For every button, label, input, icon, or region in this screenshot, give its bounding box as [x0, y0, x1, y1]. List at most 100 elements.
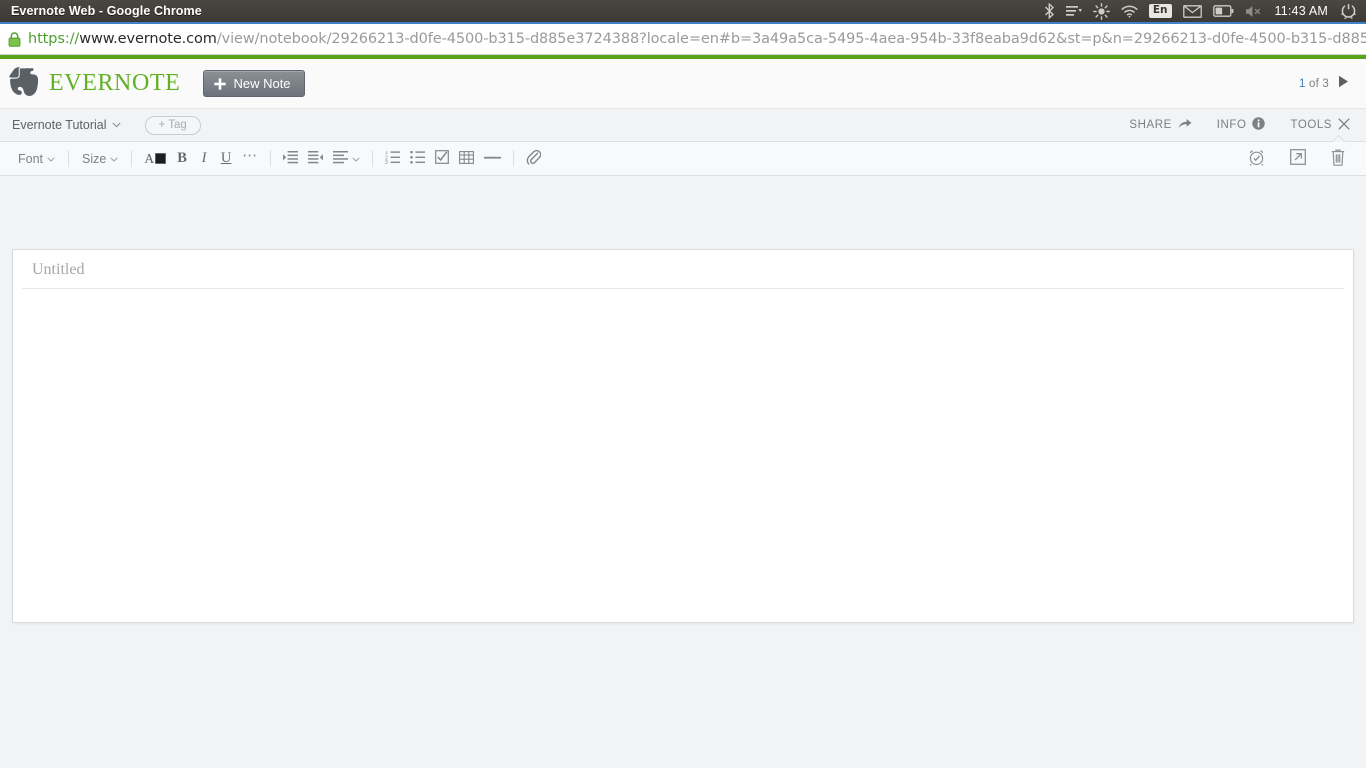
note-body-editor[interactable] [13, 289, 1353, 599]
url-host: www.evernote.com [79, 31, 217, 47]
reminder-button[interactable] [1243, 147, 1270, 171]
note-title-input[interactable]: Untitled [22, 250, 1344, 289]
checkbox-icon [435, 150, 449, 167]
url-scheme: https:// [28, 31, 80, 47]
page-content: EVERNOTE New Note 1 of 3 Evernote Tutori… [0, 55, 1366, 768]
close-x-icon[interactable] [1338, 118, 1350, 133]
window-title: Evernote Web - Google Chrome [11, 4, 202, 18]
toolbar-right-actions [1243, 147, 1350, 171]
numbered-list-icon: 123 [385, 150, 401, 167]
alarm-clock-icon [1248, 149, 1265, 169]
volume-muted-icon[interactable] [1245, 0, 1263, 23]
tools-button[interactable]: TOOLS [1290, 118, 1350, 133]
system-tray: En 11:43 AM [1044, 0, 1366, 22]
brightness-icon[interactable] [1092, 0, 1110, 23]
align-button[interactable] [328, 147, 365, 171]
outdent-icon [308, 150, 324, 167]
trash-icon [1331, 149, 1345, 169]
bulleted-list-button[interactable] [405, 147, 430, 171]
tools-active-caret [1332, 135, 1346, 142]
horizontal-rule-button[interactable] [479, 147, 506, 171]
padlock-secure-icon [0, 31, 28, 47]
note-editor-card: Untitled [12, 249, 1354, 623]
note-meta-row: Evernote Tutorial + Tag SHARE INFO TOOLS [0, 109, 1366, 142]
new-note-button[interactable]: New Note [203, 70, 305, 97]
font-dropdown[interactable]: Font [12, 147, 61, 171]
horizontal-rule-icon [484, 151, 502, 167]
underline-icon: U [220, 150, 232, 166]
chevron-down-icon [111, 120, 121, 130]
battery-icon[interactable] [1212, 0, 1234, 23]
size-dropdown[interactable]: Size [76, 147, 124, 171]
text-color-button[interactable]: A [139, 147, 171, 171]
size-label: Size [82, 151, 107, 166]
paperclip-icon [526, 149, 542, 168]
add-tag-button[interactable]: + Tag [144, 115, 201, 135]
evernote-header: EVERNOTE New Note 1 of 3 [0, 59, 1366, 109]
note-pager: 1 of 3 [1299, 75, 1349, 93]
table-icon [459, 150, 475, 167]
toolbar-divider [372, 150, 374, 167]
italic-button[interactable]: I [193, 147, 215, 171]
tools-label: TOOLS [1290, 119, 1332, 131]
wifi-icon[interactable] [1121, 0, 1138, 23]
info-label: INFO [1216, 119, 1247, 131]
evernote-elephant-logo [9, 65, 41, 103]
bluetooth-icon[interactable] [1044, 0, 1055, 23]
keyboard-layout-label: En [1148, 3, 1172, 19]
outdent-button[interactable] [303, 147, 328, 171]
window-title-bar: Evernote Web - Google Chrome En 11:43 AM [0, 0, 1366, 24]
new-note-label: New Note [233, 76, 291, 91]
table-button[interactable] [454, 147, 479, 171]
plus-icon [214, 77, 227, 90]
chevron-down-icon [352, 154, 360, 164]
italic-icon: I [201, 150, 207, 166]
mail-icon[interactable] [1182, 0, 1202, 23]
more-formatting-button[interactable]: ⋯ [237, 147, 263, 171]
toolbar-divider [131, 150, 133, 167]
system-clock[interactable]: 11:43 AM [1274, 4, 1330, 18]
evernote-wordmark: EVERNOTE [49, 69, 181, 96]
numbered-list-button[interactable]: 123 [380, 147, 405, 171]
notebook-selector[interactable]: Evernote Tutorial [12, 118, 121, 132]
bulleted-list-icon [410, 150, 426, 167]
browser-address-bar[interactable]: https://www.evernote.com/view/notebook/2… [0, 24, 1366, 55]
add-tag-label: + Tag [158, 119, 187, 131]
url-path: /view/notebook/29266213-d0fe-4500-b315-d… [216, 31, 1366, 47]
share-arrow-icon [1178, 118, 1192, 132]
svg-text:3: 3 [385, 160, 388, 164]
open-in-new-window-button[interactable] [1285, 147, 1311, 171]
attach-file-button[interactable] [521, 147, 546, 171]
align-left-icon [333, 150, 349, 167]
checkbox-button[interactable] [430, 147, 454, 171]
indent-icon [283, 150, 299, 167]
text-color-swatch-icon: A [144, 151, 167, 167]
brand[interactable]: EVERNOTE [9, 65, 180, 103]
next-arrow-icon[interactable] [1338, 75, 1349, 93]
delete-note-button[interactable] [1326, 147, 1350, 171]
pager-total: of 3 [1305, 77, 1329, 90]
bold-icon: B [177, 150, 187, 166]
chevron-down-icon [110, 154, 118, 164]
pager-current: 1 [1299, 77, 1306, 90]
indent-button[interactable] [278, 147, 303, 171]
font-label: Font [18, 151, 44, 166]
formatting-toolbar: Font Size A B I U ⋯ 1 2 3 [0, 142, 1366, 176]
url-text: https://www.evernote.com/view/notebook/2… [28, 31, 1366, 47]
share-button[interactable]: SHARE [1129, 118, 1192, 132]
chevron-down-icon [47, 154, 55, 164]
underline-button[interactable]: U [215, 147, 237, 171]
info-button[interactable]: INFO [1217, 117, 1266, 133]
external-link-icon [1290, 149, 1306, 168]
meta-actions: SHARE INFO TOOLS [1129, 117, 1350, 133]
toolbar-divider [68, 150, 70, 167]
notebook-name: Evernote Tutorial [12, 118, 107, 132]
toolbar-divider [513, 150, 515, 167]
menu-indicator-icon[interactable] [1065, 0, 1082, 23]
keyboard-layout-badge[interactable]: En [1148, 0, 1172, 23]
info-circle-icon [1252, 117, 1266, 133]
bold-button[interactable]: B [171, 147, 193, 171]
gear-power-icon[interactable] [1340, 0, 1357, 23]
pager-label: 1 of 3 [1299, 78, 1329, 90]
ellipsis-icon: ⋯ [242, 147, 259, 164]
